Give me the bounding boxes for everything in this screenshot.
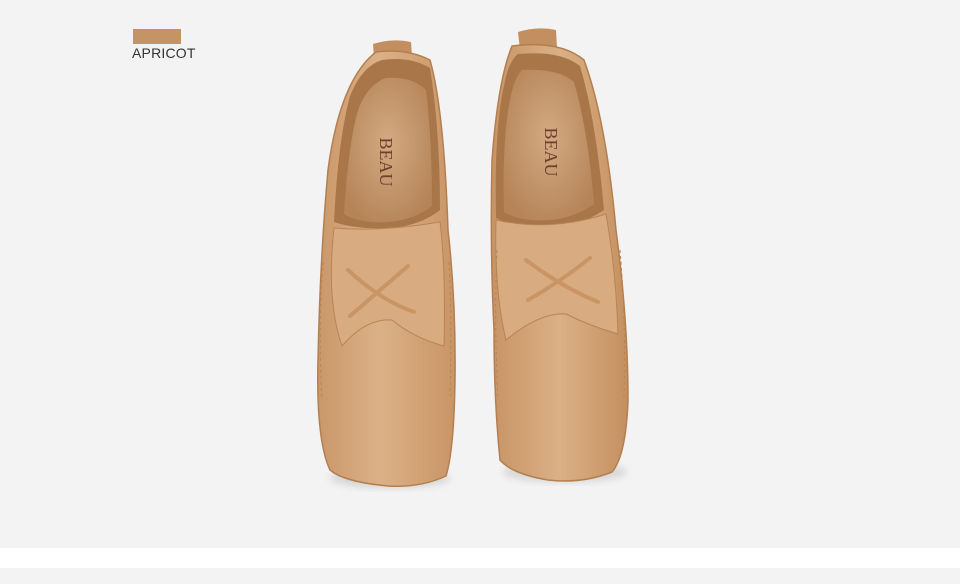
shoes-product-photo: BEAU BEAU bbox=[317, 28, 629, 488]
bottom-divider-strip bbox=[0, 568, 960, 584]
insole-brand-left: BEAU bbox=[376, 138, 396, 187]
product-image-page: APRICOT BEAU BEAU bbox=[0, 0, 960, 584]
insole-brand-right: BEAU bbox=[541, 128, 561, 177]
right-shoe: BEAU bbox=[490, 28, 629, 482]
left-shoe: BEAU bbox=[317, 40, 456, 488]
